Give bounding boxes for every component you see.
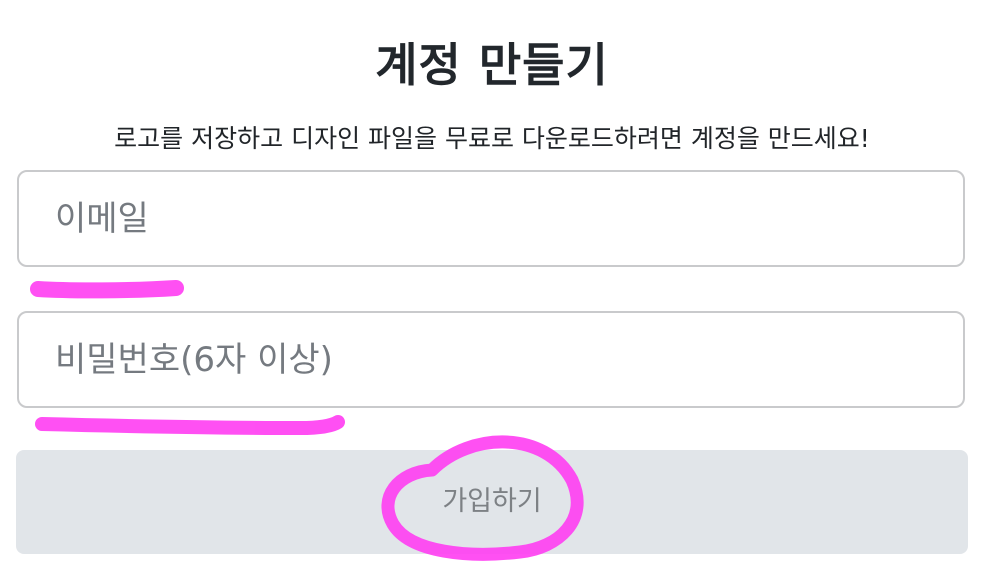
page-title: 계정 만들기	[375, 37, 609, 92]
email-input[interactable]	[17, 170, 965, 267]
page-subtitle: 로고를 저장하고 디자인 파일을 무료로 다운로드하려면 계정을 만드세요!	[114, 124, 870, 153]
email-underline-marker	[30, 280, 184, 299]
password-underline-marker	[35, 415, 345, 435]
password-input[interactable]	[17, 311, 965, 408]
signup-button[interactable]: 가입하기	[16, 450, 968, 554]
signup-button-label: 가입하기	[442, 486, 542, 517]
